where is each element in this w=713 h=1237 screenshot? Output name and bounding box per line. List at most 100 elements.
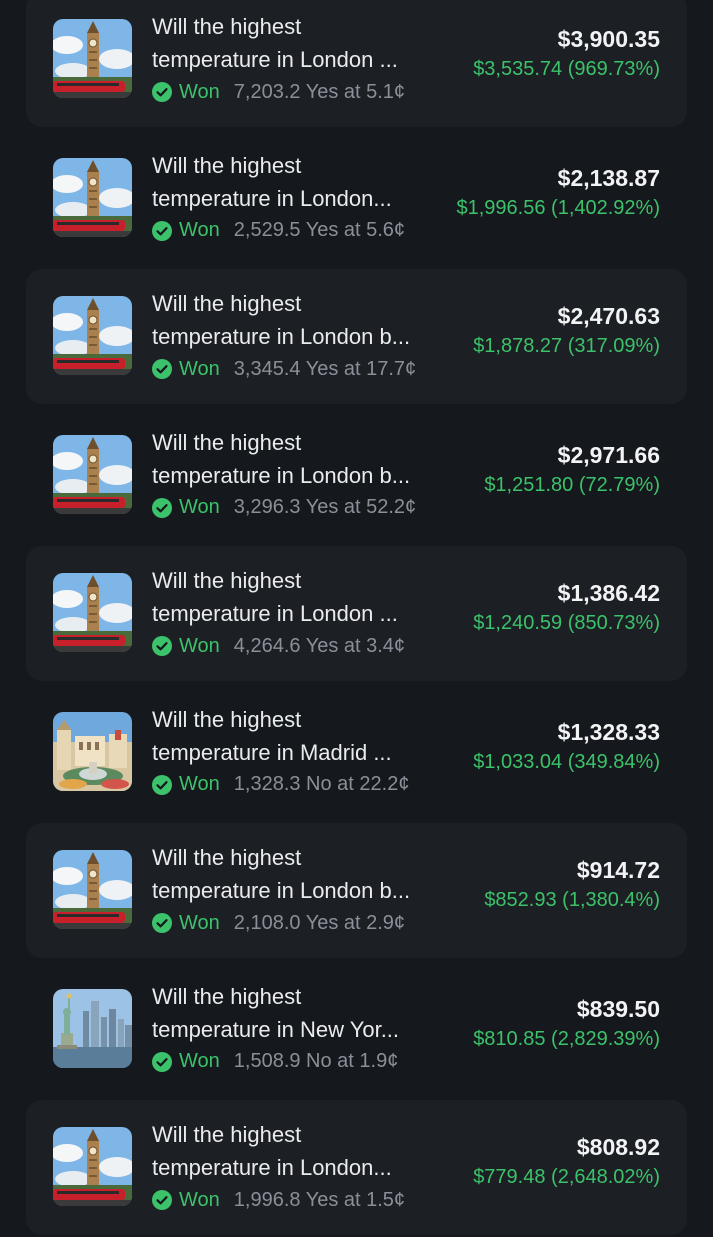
position-value: $808.92 bbox=[576, 1134, 660, 1160]
title-line-2: temperature in London b... bbox=[152, 462, 411, 488]
won-label: Won bbox=[179, 634, 220, 657]
title-line-1: Will the highest bbox=[152, 568, 302, 593]
position-pnl: $779.48 (2,648.02%) bbox=[473, 1166, 660, 1188]
london-big-ben-icon bbox=[53, 296, 132, 375]
title-line-2: temperature in Madrid ... bbox=[152, 739, 392, 765]
won-label: Won bbox=[179, 773, 220, 795]
market-title[interactable]: Will the highest temperature in London b… bbox=[152, 841, 452, 907]
title-line-2: temperature in London... bbox=[152, 185, 392, 211]
position-row[interactable]: Will the highest temperature in Madrid .… bbox=[0, 683, 713, 822]
title-line-1: Will the highest bbox=[152, 706, 302, 732]
title-line-1: Will the highest bbox=[152, 291, 302, 316]
shares-detail: 2,529.5 Yes at 5.6¢ bbox=[233, 219, 406, 241]
position-pnl: $3,535.74 (969.73%) bbox=[473, 58, 660, 80]
title-line-2: temperature in London... bbox=[152, 1155, 392, 1180]
madrid-cibeles-icon bbox=[53, 711, 132, 791]
position-row[interactable]: Will the highest temperature in New Yor.… bbox=[0, 960, 713, 1099]
shares-detail: 1,996.8 Yes at 1.5¢ bbox=[233, 1188, 406, 1211]
position-value: $2,470.63 bbox=[557, 303, 660, 329]
won-label: Won bbox=[179, 219, 220, 241]
position-pnl: $810.85 (2,829.39%) bbox=[473, 1027, 660, 1050]
positions-list: Will the highest temperature in London .… bbox=[0, 0, 713, 1237]
shares-detail: 2,108.0 Yes at 2.9¢ bbox=[233, 911, 406, 934]
check-circle-icon bbox=[152, 913, 172, 933]
position-row[interactable]: Will the highest temperature in London b… bbox=[0, 821, 713, 960]
position-value: $839.50 bbox=[576, 995, 660, 1022]
check-circle-icon bbox=[152, 1190, 172, 1210]
title-line-1: Will the highest bbox=[152, 152, 302, 178]
title-line-1: Will the highest bbox=[152, 429, 302, 455]
shares-detail: 1,328.3 No at 22.2¢ bbox=[233, 773, 410, 795]
check-circle-icon bbox=[152, 220, 172, 241]
position-row[interactable]: Will the highest temperature in London .… bbox=[0, 544, 713, 683]
won-label: Won bbox=[179, 357, 220, 380]
position-pnl: $1,996.56 (1,402.92%) bbox=[456, 196, 661, 219]
market-title[interactable]: Will the highest temperature in London b… bbox=[152, 287, 452, 353]
position-status: Won 1,996.8 Yes at 1.5¢ bbox=[152, 1186, 405, 1214]
position-pnl: $1,878.27 (317.09%) bbox=[473, 335, 660, 357]
check-circle-icon bbox=[152, 82, 172, 102]
position-status: Won 2,108.0 Yes at 2.9¢ bbox=[152, 909, 405, 937]
position-value: $3,900.35 bbox=[557, 26, 660, 52]
position-row[interactable]: Will the highest temperature in London b… bbox=[0, 406, 713, 545]
position-row[interactable]: Will the highest temperature in London .… bbox=[0, 0, 713, 129]
market-title[interactable]: Will the highest temperature in London .… bbox=[152, 564, 452, 630]
market-title[interactable]: Will the highest temperature in Madrid .… bbox=[152, 703, 452, 769]
shares-detail: 7,203.2 Yes at 5.1¢ bbox=[233, 80, 406, 103]
position-pnl: $1,240.59 (850.73%) bbox=[473, 612, 660, 634]
title-line-2: temperature in New Yor... bbox=[152, 1016, 400, 1042]
london-big-ben-icon bbox=[53, 573, 132, 652]
position-value: $914.72 bbox=[576, 857, 660, 883]
position-value: $1,386.42 bbox=[557, 580, 660, 606]
position-pnl: $852.93 (1,380.4%) bbox=[484, 889, 660, 911]
title-line-2: temperature in London ... bbox=[152, 601, 398, 626]
london-big-ben-icon bbox=[53, 19, 132, 98]
position-status: Won 7,203.2 Yes at 5.1¢ bbox=[152, 78, 405, 106]
position-value: $2,971.66 bbox=[557, 441, 660, 468]
title-line-1: Will the highest bbox=[152, 14, 302, 39]
london-big-ben-icon bbox=[53, 157, 132, 237]
title-line-2: temperature in London b... bbox=[152, 878, 411, 903]
market-title[interactable]: Will the highest temperature in London..… bbox=[152, 1118, 452, 1184]
position-row[interactable]: Will the highest temperature in London..… bbox=[0, 1098, 713, 1237]
shares-detail: 1,508.9 No at 1.9¢ bbox=[233, 1050, 399, 1072]
london-big-ben-icon bbox=[53, 1127, 132, 1206]
london-big-ben-icon bbox=[53, 434, 132, 514]
check-circle-icon bbox=[152, 774, 172, 795]
position-row[interactable]: Will the highest temperature in London b… bbox=[0, 267, 713, 406]
title-line-1: Will the highest bbox=[152, 845, 302, 870]
check-circle-icon bbox=[152, 497, 172, 518]
won-label: Won bbox=[179, 1188, 220, 1211]
title-line-1: Will the highest bbox=[152, 983, 302, 1009]
check-circle-icon bbox=[152, 636, 172, 656]
position-status: Won 3,296.3 Yes at 52.2¢ bbox=[152, 494, 416, 522]
position-status: Won 1,328.3 No at 22.2¢ bbox=[152, 771, 409, 799]
title-line-2: temperature in London b... bbox=[152, 324, 411, 349]
check-circle-icon bbox=[152, 359, 172, 379]
position-status: Won 4,264.6 Yes at 3.4¢ bbox=[152, 632, 405, 660]
position-value: $2,138.87 bbox=[557, 164, 660, 191]
check-circle-icon bbox=[152, 1051, 172, 1072]
position-pnl: $1,251.80 (72.79%) bbox=[484, 473, 660, 496]
position-value: $1,328.33 bbox=[557, 718, 660, 745]
position-status: Won 3,345.4 Yes at 17.7¢ bbox=[152, 355, 416, 383]
shares-detail: 3,345.4 Yes at 17.7¢ bbox=[233, 357, 417, 380]
new-york-statue-of-liberty-icon bbox=[53, 988, 132, 1068]
position-row[interactable]: Will the highest temperature in London..… bbox=[0, 129, 713, 268]
title-line-1: Will the highest bbox=[152, 1122, 302, 1147]
shares-detail: 3,296.3 Yes at 52.2¢ bbox=[233, 496, 417, 518]
position-status: Won 1,508.9 No at 1.9¢ bbox=[152, 1048, 398, 1076]
london-big-ben-icon bbox=[53, 850, 132, 929]
market-title[interactable]: Will the highest temperature in London b… bbox=[152, 426, 452, 492]
position-status: Won 2,529.5 Yes at 5.6¢ bbox=[152, 217, 405, 245]
won-label: Won bbox=[179, 80, 220, 103]
title-line-2: temperature in London ... bbox=[152, 47, 398, 72]
position-pnl: $1,033.04 (349.84%) bbox=[473, 750, 660, 773]
won-label: Won bbox=[179, 911, 220, 934]
won-label: Won bbox=[179, 1050, 220, 1072]
market-title[interactable]: Will the highest temperature in New Yor.… bbox=[152, 980, 452, 1046]
market-title[interactable]: Will the highest temperature in London..… bbox=[152, 149, 452, 215]
won-label: Won bbox=[179, 496, 220, 518]
market-title[interactable]: Will the highest temperature in London .… bbox=[152, 10, 452, 76]
shares-detail: 4,264.6 Yes at 3.4¢ bbox=[233, 634, 406, 657]
